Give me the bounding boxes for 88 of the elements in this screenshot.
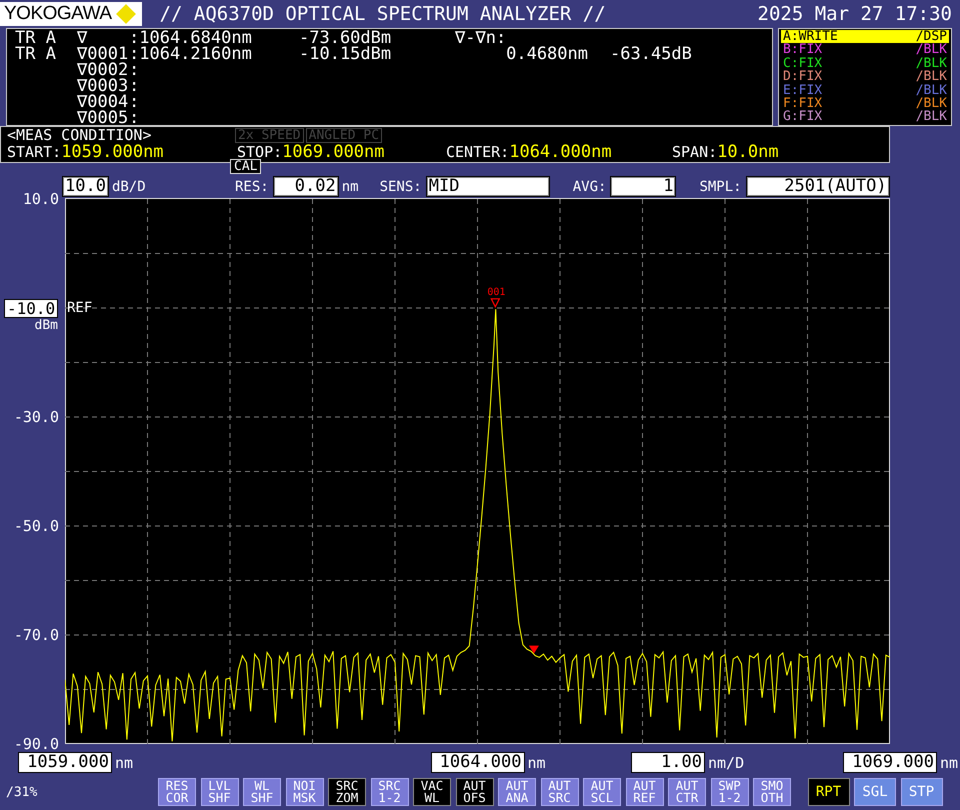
param-label: START:: [7, 143, 62, 161]
trace-item[interactable]: G:FIX /BLK: [781, 110, 949, 124]
delta-wavelength: 0.4680nm: [505, 46, 589, 62]
softkey-button[interactable]: AUT CTR: [668, 778, 706, 806]
softkey-button[interactable]: VAC WL: [413, 778, 451, 806]
date-time: 2025 Mar 27 17:30: [758, 3, 952, 25]
trace-item[interactable]: B:FIX /BLK: [781, 43, 949, 57]
axis-label: -50.0: [14, 517, 59, 535]
marker-name: ∇0002: [77, 62, 129, 78]
marker-name: ∇0003: [77, 78, 129, 94]
trace-item[interactable]: C:FIX /BLK: [781, 56, 949, 70]
unit-label: nm: [528, 754, 546, 772]
softkey-button[interactable]: WL SHF: [243, 778, 281, 806]
cal-badge: CAL: [230, 159, 262, 174]
trace-item[interactable]: E:FIX /BLK: [781, 84, 949, 98]
param-label: SPAN:: [672, 143, 718, 161]
marker-name: ∇0005: [77, 110, 129, 126]
marker-name: ∇0004: [77, 94, 129, 110]
unit-label: dBm: [34, 318, 58, 333]
status-text: /31%: [6, 784, 38, 800]
unit-label: nm: [342, 178, 359, 194]
softkey-button[interactable]: SRC ZOM: [328, 778, 366, 806]
softkey-button[interactable]: LVL SHF: [200, 778, 238, 806]
marker-wavelength: :: [129, 94, 140, 110]
marker-icon: [490, 298, 500, 308]
value-field[interactable]: 0.02: [272, 176, 339, 197]
mode-badge: ANGLED PC: [306, 128, 382, 143]
field-label: AVG:: [572, 178, 606, 194]
field-label: RES:: [235, 178, 269, 194]
axis-label: -70.0: [14, 626, 59, 644]
param-label: CENTER:: [446, 143, 510, 161]
axis-label: -90.0: [14, 735, 59, 753]
axis-tick-label[interactable]: 1064.000: [430, 752, 524, 773]
axis-tick-label[interactable]: 1069.000: [843, 752, 937, 773]
trace-item[interactable]: F:FIX /BLK: [781, 97, 949, 110]
param-value: 1069.000nm: [282, 142, 385, 162]
trace-item[interactable]: A:WRITE /DSP: [781, 30, 949, 44]
marker-power: -10.15dBm: [299, 46, 392, 62]
field-label: SMPL:: [699, 178, 742, 194]
unit-label: nm: [940, 754, 958, 772]
instrument-title: // AQ6370D OPTICAL SPECTRUM ANALYZER //: [160, 3, 607, 25]
marker-name: ∇0001: [77, 46, 129, 62]
unit-label: dB/D: [112, 178, 146, 194]
mode-badge: 2x SPEED: [235, 128, 304, 143]
marker-wavelength: :1064.2160nm: [129, 46, 253, 62]
marker-label: 001: [487, 288, 506, 298]
param-label: STOP:: [237, 143, 282, 161]
marker-wavelength: :: [129, 62, 140, 78]
axis-label: 10.0: [22, 190, 59, 208]
value-field[interactable]: 1: [610, 176, 676, 197]
trace-item[interactable]: D:FIX /BLK: [781, 70, 949, 84]
unit-label: nm: [115, 754, 134, 772]
param-value: 1064.000nm: [509, 142, 612, 162]
ref-level-field[interactable]: -10.0: [4, 299, 58, 318]
marker-wavelength: :1064.6840nm: [129, 30, 253, 46]
marker-wavelength: :: [129, 110, 140, 126]
moving-marker-icon: [528, 646, 539, 654]
section-title: <MEAS CONDITION>: [7, 127, 152, 144]
field-label: SENS:: [380, 178, 422, 194]
ref-label: REF: [67, 300, 92, 316]
marker-power: -73.60dBm: [299, 30, 392, 46]
marker-name: ∇: [77, 30, 88, 46]
softkey-button[interactable]: AUT SRC: [540, 778, 578, 806]
softkey-button[interactable]: AUT SCL: [583, 778, 621, 806]
axis-label: -30.0: [14, 408, 59, 426]
softkey-button[interactable]: SRC 1-2: [370, 778, 408, 806]
param-value: 10.0nm: [717, 142, 779, 162]
scale-field[interactable]: 10.0: [62, 176, 109, 197]
brand-name: YOKOGAWA: [4, 3, 112, 25]
softkey-button[interactable]: RES COR: [158, 778, 196, 806]
scale-field[interactable]: 1.00: [631, 752, 705, 773]
softkey-button[interactable]: AUT REF: [626, 778, 664, 806]
delta-power: -63.45dB: [610, 46, 693, 62]
marker-wavelength: :: [129, 78, 140, 94]
softkey-button[interactable]: SWP 1-2: [710, 778, 748, 806]
trace-label: TR A: [15, 46, 57, 62]
softkey-button[interactable]: AUT OFS: [456, 778, 494, 806]
softkey-button[interactable]: NOI MSK: [286, 778, 324, 806]
axis-tick-label[interactable]: 1059.000: [18, 752, 112, 773]
softkey-button[interactable]: AUT ANA: [498, 778, 536, 806]
unit-label: nm/D: [708, 754, 744, 772]
delta-label: ∇-∇n:: [455, 30, 507, 46]
param-value: 1059.000nm: [61, 142, 164, 162]
trace-label: TR A: [15, 30, 57, 46]
value-field[interactable]: 2501(AUTO): [746, 176, 890, 197]
value-field[interactable]: MID: [426, 176, 550, 197]
softkey-button[interactable]: RPT: [808, 778, 850, 806]
softkey-button[interactable]: SMO OTH: [753, 778, 791, 806]
